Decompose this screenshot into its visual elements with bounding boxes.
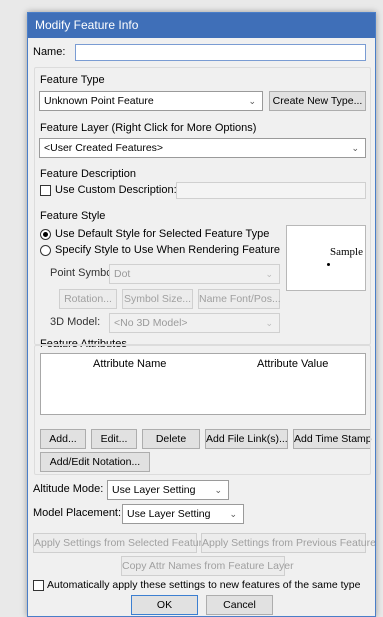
feature-settings-group [34,67,371,345]
model-placement-label: Model Placement: [33,507,122,519]
apply-previous-feature-button[interactable]: Apply Settings from Previous Feature [201,533,375,553]
model-placement-value: Use Layer Setting [127,508,211,520]
auto-apply-label: Automatically apply these settings to ne… [47,579,361,591]
chevron-down-icon: ⌄ [214,485,222,495]
dialog-title: Modify Feature Info [28,13,375,38]
ok-button[interactable]: OK [131,595,198,615]
modify-feature-dialog: Modify Feature Info Name: Feature Type U… [27,12,376,617]
altitude-mode-label: Altitude Mode: [33,483,104,495]
model-placement-select[interactable]: Use Layer Setting ⌄ [122,504,244,524]
feature-attributes-group [34,345,371,475]
copy-attr-names-button[interactable]: Copy Attr Names from Feature Layer [121,556,294,576]
apply-selected-feature-button[interactable]: Apply Settings from Selected Feature [33,533,208,553]
name-input[interactable] [75,44,366,61]
altitude-mode-select[interactable]: Use Layer Setting ⌄ [107,480,229,500]
auto-apply-checkbox[interactable] [33,580,44,591]
cancel-button[interactable]: Cancel [206,595,273,615]
altitude-mode-value: Use Layer Setting [112,484,196,496]
name-label: Name: [33,46,66,58]
chevron-down-icon: ⌄ [229,509,237,519]
